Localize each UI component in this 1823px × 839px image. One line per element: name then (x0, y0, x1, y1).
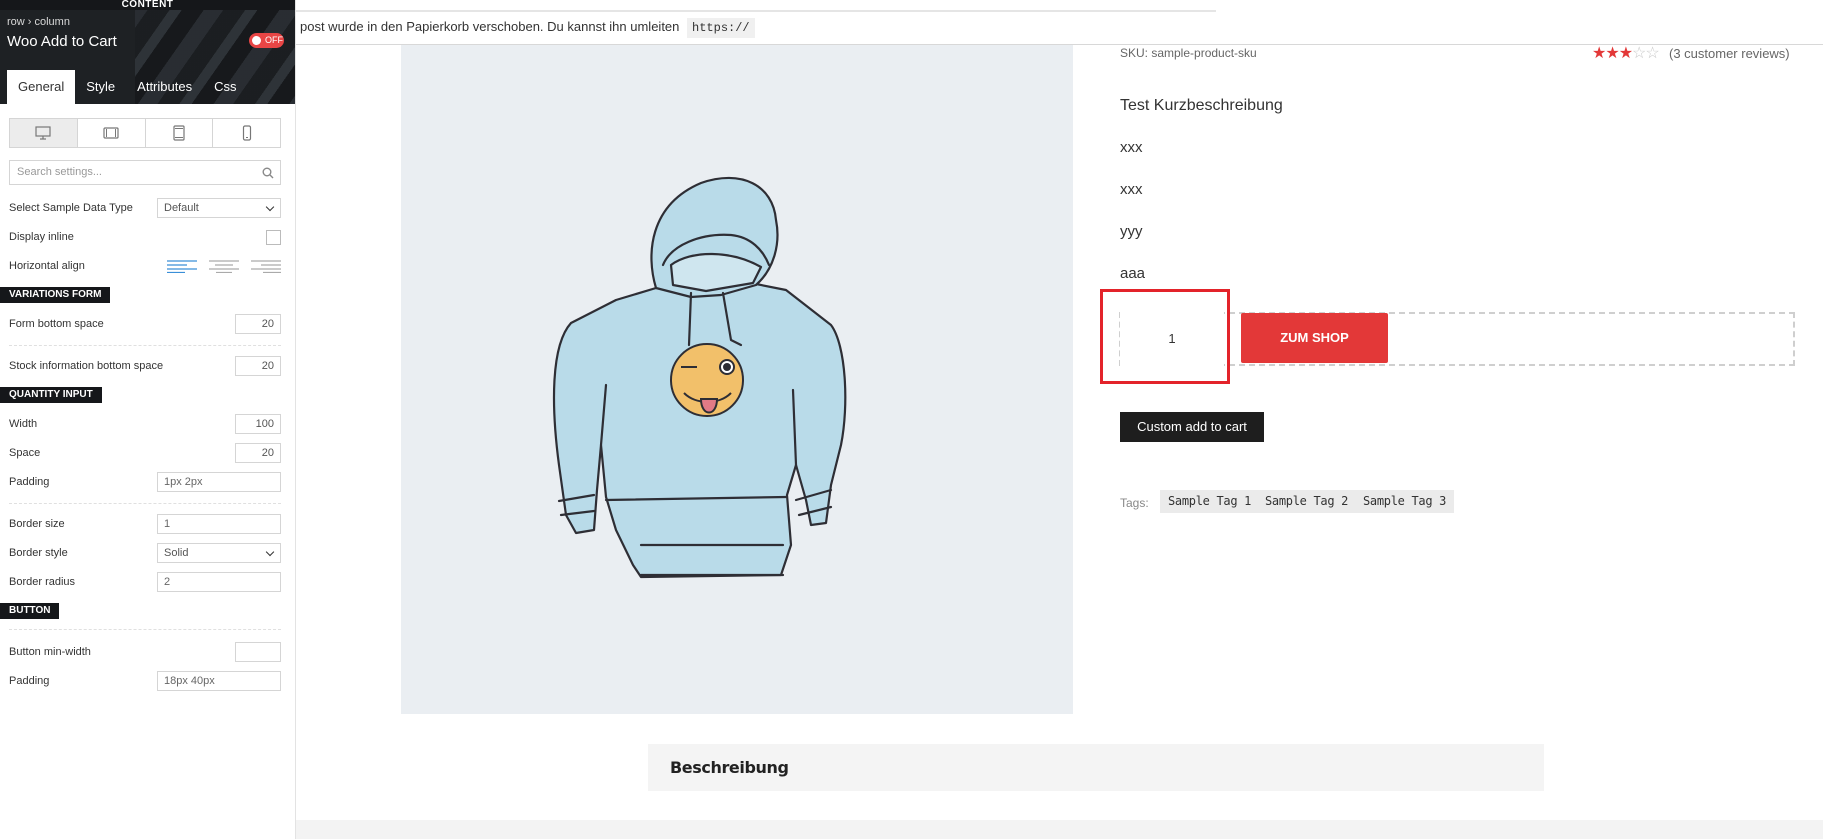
product-tabs: Beschreibung (648, 744, 1544, 791)
selection-highlight (1100, 289, 1230, 384)
field-border-size: Border size 1 (9, 514, 281, 534)
field-form-bottom-space: Form bottom space 20 (9, 314, 281, 334)
field-border-radius: Border radius 2 (9, 572, 281, 592)
short-description-line: xxx (1120, 139, 1143, 156)
customer-reviews-link[interactable]: (3 customer reviews) (1669, 46, 1790, 61)
device-tablet-landscape-button[interactable] (78, 119, 146, 147)
divider (9, 345, 281, 346)
align-center-icon[interactable] (209, 259, 239, 273)
field-border-style: Border style Solid (9, 543, 281, 563)
field-sample-data-type: Select Sample Data Type Default (9, 198, 281, 218)
divider (9, 503, 281, 504)
field-label: Form bottom space (9, 318, 104, 330)
device-desktop-button[interactable] (10, 119, 78, 147)
short-description-line: yyy (1120, 223, 1143, 240)
desktop-icon (35, 126, 51, 140)
star-rating: ★★★☆☆ (1592, 43, 1660, 63)
trash-notice: post wurde in den Papierkorb verschoben.… (296, 10, 1216, 44)
zum-shop-button[interactable]: ZUM SHOP (1241, 313, 1388, 363)
form-bottom-space-input[interactable]: 20 (235, 314, 281, 334)
tab-style[interactable]: Style (75, 70, 126, 104)
wink-emoji (670, 343, 744, 417)
button-padding-input[interactable]: 18px 40px (157, 671, 281, 691)
tab-general[interactable]: General (7, 70, 76, 104)
short-description-title: Test Kurzbeschreibung (1120, 97, 1283, 114)
product-tag[interactable]: Sample Tag 3 (1355, 490, 1455, 513)
hoodie-illustration (552, 176, 847, 579)
custom-add-to-cart-button[interactable]: Custom add to cart (1120, 412, 1264, 442)
tab-attributes[interactable]: Attributes (126, 70, 203, 104)
width-input[interactable]: 100 (235, 414, 281, 434)
field-label: Space (9, 447, 41, 459)
footer-band (296, 820, 1823, 839)
device-switcher (9, 118, 281, 148)
element-title: Woo Add to Cart (7, 33, 117, 50)
star-filled-icon: ★★★ (1592, 45, 1633, 62)
stock-bottom-space-input[interactable]: 20 (235, 356, 281, 376)
field-label: Horizontal align (9, 260, 85, 272)
sidebar-header: CONTENT row › column Woo Add to Cart OFF… (0, 0, 295, 104)
short-description-line: xxx (1120, 181, 1143, 198)
element-toggle[interactable]: OFF (249, 33, 284, 48)
field-label: Button min-width (9, 646, 91, 658)
field-label: Border size (9, 518, 65, 530)
product-sku: SKU: sample-product-sku (1120, 46, 1257, 60)
product-image[interactable] (401, 45, 1073, 714)
field-label: Border radius (9, 576, 76, 588)
section-button: BUTTON (0, 603, 60, 619)
align-right-icon[interactable] (251, 259, 281, 273)
field-label: Stock information bottom space (9, 360, 164, 372)
border-size-input[interactable]: 1 (157, 514, 281, 534)
field-width: Width 100 (9, 414, 281, 434)
field-horizontal-align: Horizontal align (9, 256, 281, 276)
tablet-landscape-icon (103, 127, 119, 139)
notice-text: post wurde in den Papierkorb verschoben.… (300, 19, 680, 34)
sidebar-tabs: General Style Attributes Css (7, 70, 247, 104)
sidebar-section-label: CONTENT (0, 0, 295, 10)
search-icon (262, 166, 274, 184)
display-inline-checkbox[interactable] (266, 230, 281, 245)
editor-sidebar: CONTENT row › column Woo Add to Cart OFF… (0, 0, 296, 839)
align-left-icon[interactable] (167, 259, 197, 273)
field-button-min-width: Button min-width (9, 642, 281, 662)
field-label: Border style (9, 547, 68, 559)
section-quantity-input: QUANTITY INPUT (0, 387, 102, 403)
border-style-select[interactable]: Solid (157, 543, 281, 563)
field-label: Width (9, 418, 38, 430)
align-options (167, 259, 281, 273)
settings-search-input[interactable]: Search settings... (9, 160, 281, 185)
device-mobile-button[interactable] (213, 119, 280, 147)
space-input[interactable]: 20 (235, 443, 281, 463)
quantity-padding-input[interactable]: 1px 2px (157, 472, 281, 492)
short-description-line: aaa (1120, 265, 1146, 282)
star-empty-icon: ☆☆ (1632, 45, 1660, 62)
border-radius-input[interactable]: 2 (157, 572, 281, 592)
notice-url-code: https:// (687, 18, 755, 38)
field-button-padding: Padding 18px 40px (9, 671, 281, 691)
field-label: Display inline (9, 231, 74, 243)
divider (9, 629, 281, 630)
tab-css[interactable]: Css (203, 70, 247, 104)
field-label: Select Sample Data Type (9, 202, 133, 214)
product-tag[interactable]: Sample Tag 2 (1257, 490, 1357, 513)
field-space: Space 20 (9, 443, 281, 463)
field-stock-bottom-space: Stock information bottom space 20 (9, 356, 281, 376)
field-label: Padding (9, 476, 50, 488)
field-padding: Padding 1px 2px (9, 472, 281, 492)
mobile-icon (242, 125, 251, 141)
breadcrumb[interactable]: row › column (7, 16, 70, 28)
button-min-width-input[interactable] (235, 642, 281, 662)
tab-description[interactable]: Beschreibung (670, 758, 789, 777)
field-display-inline: Display inline (9, 227, 281, 247)
sample-data-type-select[interactable]: Default (157, 198, 281, 218)
product-tag[interactable]: Sample Tag 1 (1160, 490, 1260, 513)
device-tablet-button[interactable] (146, 119, 214, 147)
field-label: Padding (9, 675, 50, 687)
tablet-icon (173, 125, 185, 141)
tags-label: Tags: (1120, 496, 1149, 510)
section-variations-form: VARIATIONS FORM (0, 287, 111, 303)
